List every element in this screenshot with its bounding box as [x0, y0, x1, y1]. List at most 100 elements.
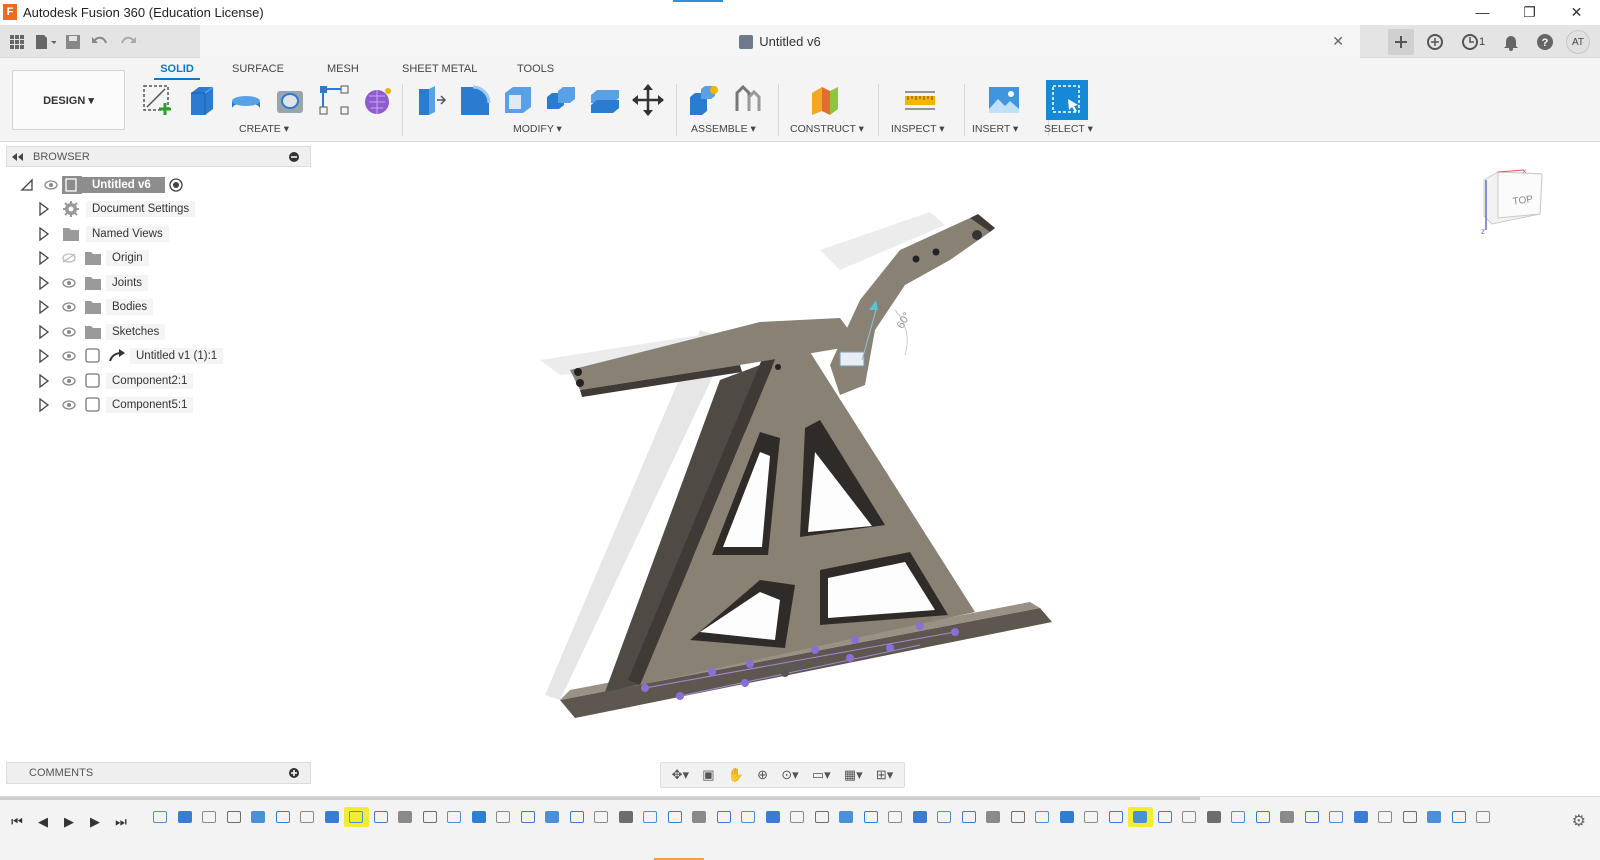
- timeline-feature-icon[interactable]: [1300, 807, 1325, 827]
- timeline-feature-icon[interactable]: [957, 807, 982, 827]
- timeline-feature-icon[interactable]: [687, 807, 712, 827]
- extensions-icon[interactable]: [1422, 29, 1448, 55]
- visibility-eye-icon[interactable]: [62, 351, 76, 361]
- data-panel-grid-icon[interactable]: [6, 31, 28, 53]
- help-icon[interactable]: ?: [1532, 29, 1558, 55]
- visibility-eye-icon[interactable]: [62, 278, 76, 288]
- fillet-icon[interactable]: [454, 80, 494, 120]
- modify-menu[interactable]: MODIFY ▾: [513, 123, 562, 135]
- hidden-eye-icon[interactable]: [62, 253, 76, 263]
- viewports-icon[interactable]: ⊞▾: [876, 767, 893, 783]
- timeline-feature-icon[interactable]: [1153, 807, 1178, 827]
- select-arrow-icon[interactable]: [1046, 80, 1088, 120]
- extrude-icon[interactable]: [182, 80, 222, 120]
- new-component-icon[interactable]: [684, 80, 724, 120]
- zoom-icon[interactable]: ⊕: [757, 767, 768, 783]
- form-icon[interactable]: [358, 80, 398, 120]
- timeline-feature-icon[interactable]: [1251, 807, 1276, 827]
- timeline-feature-icon[interactable]: [638, 807, 663, 827]
- offset-plane-icon[interactable]: [805, 80, 845, 120]
- restore-button[interactable]: ❐: [1506, 0, 1553, 24]
- undo-icon[interactable]: [90, 31, 112, 53]
- timeline-feature-icon[interactable]: [320, 807, 345, 827]
- user-avatar[interactable]: AT: [1566, 30, 1590, 54]
- timeline-feature-icon[interactable]: [369, 807, 394, 827]
- browser-item-document-settings[interactable]: Document Settings: [38, 199, 196, 219]
- joint-glyph[interactable]: [839, 351, 865, 367]
- browser-item-untitled-v1[interactable]: Untitled v1 (1):1: [38, 346, 224, 366]
- timeline-feature-icon[interactable]: [1177, 807, 1202, 827]
- model-viewport[interactable]: 60°: [320, 142, 1600, 757]
- display-settings-icon[interactable]: ▭▾: [812, 767, 831, 783]
- redo-icon[interactable]: [118, 31, 140, 53]
- orbit-icon[interactable]: ✥▾: [672, 767, 689, 783]
- timeline-feature-icon[interactable]: [344, 807, 369, 827]
- timeline-feature-icon[interactable]: [222, 807, 247, 827]
- browser-item-named-views[interactable]: Named Views: [38, 224, 169, 244]
- visibility-eye-icon[interactable]: [62, 376, 76, 386]
- browser-item-bodies[interactable]: Bodies: [38, 297, 154, 317]
- browser-minus-icon[interactable]: [288, 151, 300, 163]
- timeline-feature-icon[interactable]: [467, 807, 492, 827]
- browser-item-joints[interactable]: Joints: [38, 273, 149, 293]
- timeline-feature-icon[interactable]: [834, 807, 859, 827]
- file-menu-icon[interactable]: [34, 31, 56, 53]
- timeline-feature-icon[interactable]: [1447, 807, 1472, 827]
- press-pull-icon[interactable]: [410, 80, 450, 120]
- expand-triangle-icon[interactable]: [20, 178, 34, 192]
- timeline-feature-icon[interactable]: [1055, 807, 1080, 827]
- timeline-feature-icon[interactable]: [418, 807, 443, 827]
- timeline-feature-icon[interactable]: [565, 807, 590, 827]
- timeline-feature-icon[interactable]: [663, 807, 688, 827]
- visibility-eye-icon[interactable]: [62, 327, 76, 337]
- go-to-start-icon[interactable]: ⏮: [8, 813, 26, 831]
- timeline-feature-icon[interactable]: [271, 807, 296, 827]
- expand-triangle-icon[interactable]: [38, 325, 50, 339]
- combine-icon[interactable]: [541, 80, 581, 120]
- notifications-bell-icon[interactable]: [1498, 29, 1524, 55]
- timeline-feature-icon[interactable]: [859, 807, 884, 827]
- timeline-feature-icon[interactable]: [1104, 807, 1129, 827]
- timeline-feature-icon[interactable]: [1202, 807, 1227, 827]
- timeline-feature-icon[interactable]: [148, 807, 173, 827]
- expand-triangle-icon[interactable]: [38, 300, 50, 314]
- job-status-icon[interactable]: 1: [1456, 29, 1490, 55]
- inspect-menu[interactable]: INSPECT ▾: [891, 123, 945, 135]
- timeline-feature-icon[interactable]: [246, 807, 271, 827]
- step-forward-icon[interactable]: ▶: [86, 813, 104, 831]
- timeline-feature-icon[interactable]: [1471, 807, 1496, 827]
- construct-menu[interactable]: CONSTRUCT ▾: [790, 123, 864, 135]
- view-cube[interactable]: TOP × z: [1478, 166, 1548, 236]
- timeline-feature-icon[interactable]: [1398, 807, 1423, 827]
- timeline-track[interactable]: [0, 797, 1200, 800]
- shell-icon[interactable]: [497, 80, 537, 120]
- tab-tools[interactable]: TOOLS: [517, 60, 567, 80]
- tab-mesh[interactable]: MESH: [327, 60, 367, 80]
- pan-hand-icon[interactable]: ✋: [728, 767, 744, 783]
- visibility-eye-icon[interactable]: [44, 180, 58, 190]
- go-to-end-icon[interactable]: ⏭: [112, 813, 130, 831]
- expand-triangle-icon[interactable]: [38, 374, 50, 388]
- timeline-feature-icon[interactable]: [491, 807, 516, 827]
- new-tab-plus-icon[interactable]: [1388, 29, 1414, 55]
- timeline-feature-icon[interactable]: [1373, 807, 1398, 827]
- browser-item-component5[interactable]: Component5:1: [38, 395, 194, 415]
- visibility-eye-icon[interactable]: [62, 302, 76, 312]
- timeline-feature-icon[interactable]: [908, 807, 933, 827]
- visibility-eye-icon[interactable]: [62, 400, 76, 410]
- assemble-menu[interactable]: ASSEMBLE ▾: [691, 123, 756, 135]
- tab-sheet-metal[interactable]: SHEET METAL: [402, 60, 492, 80]
- insert-image-icon[interactable]: [984, 80, 1024, 120]
- timeline-settings-gear-icon[interactable]: ⚙: [1572, 811, 1586, 831]
- expand-triangle-icon[interactable]: [38, 251, 50, 265]
- timeline-feature-icon[interactable]: [614, 807, 639, 827]
- split-body-icon[interactable]: [585, 80, 625, 120]
- timeline-feature-icon[interactable]: [1006, 807, 1031, 827]
- browser-root-row[interactable]: Untitled v6: [20, 175, 183, 195]
- step-back-icon[interactable]: ◀: [34, 813, 52, 831]
- expand-triangle-icon[interactable]: [38, 202, 50, 216]
- workspace-switcher-button[interactable]: DESIGN ▾: [12, 70, 125, 130]
- activate-radio-icon[interactable]: [169, 178, 183, 192]
- timeline-feature-icon[interactable]: [1079, 807, 1104, 827]
- tab-solid[interactable]: SOLID: [154, 60, 200, 80]
